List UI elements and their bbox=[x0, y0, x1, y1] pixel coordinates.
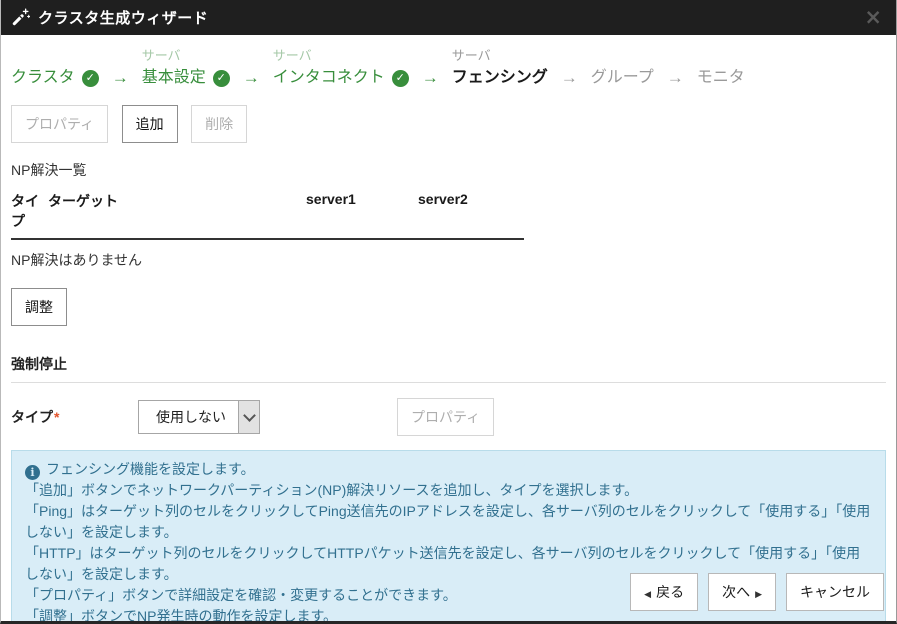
wizard-footer: ◀戻る 次へ▶ キャンセル bbox=[630, 573, 884, 611]
info-line: 「追加」ボタンでネットワークパーティション(NP)解決リソースを追加し、タイプを… bbox=[25, 480, 872, 501]
col-header-type: タイプ bbox=[11, 191, 48, 231]
next-arrow-icon: ▶ bbox=[755, 590, 762, 600]
np-toolbar: プロパティ 追加 削除 bbox=[11, 105, 886, 143]
wizard-wand-icon bbox=[11, 8, 30, 27]
step-group: グループ bbox=[591, 47, 654, 89]
step-label: インタコネクト bbox=[273, 67, 385, 89]
np-list-caption: NP解決一覧 bbox=[11, 160, 886, 180]
forced-stop-type-select[interactable]: 使用しない bbox=[138, 400, 260, 434]
np-empty-message: NP解決はありません bbox=[11, 240, 524, 278]
step-arrow-icon: → bbox=[667, 47, 684, 89]
info-line: 「Ping」はターゲット列のセルをクリックしてPing送信先のIPアドレスを設定… bbox=[25, 501, 872, 543]
step-monitor: モニタ bbox=[697, 47, 745, 89]
col-header-server1: server1 bbox=[306, 191, 418, 231]
step-fencing: サーバ フェンシング bbox=[452, 47, 548, 89]
forced-stop-divider bbox=[11, 382, 886, 383]
next-button[interactable]: 次へ▶ bbox=[708, 573, 776, 611]
step-arrow-icon: → bbox=[243, 47, 260, 89]
dialog-titlebar: クラスタ生成ウィザード × bbox=[1, 0, 896, 35]
step-arrow-icon: → bbox=[112, 47, 129, 89]
cluster-wizard-dialog: クラスタ生成ウィザード × クラスタ ✓ → サーバ 基本設定 ✓ bbox=[0, 0, 897, 624]
info-icon: i bbox=[25, 465, 40, 480]
delete-button[interactable]: 削除 bbox=[191, 105, 247, 143]
step-label: クラスタ bbox=[11, 67, 75, 89]
wizard-stepper: クラスタ ✓ → サーバ 基本設定 ✓ → サーバ インタコネクト bbox=[11, 47, 886, 89]
np-table: タイプ ターゲット server1 server2 NP解決はありません bbox=[11, 186, 524, 278]
check-icon: ✓ bbox=[213, 70, 230, 87]
col-header-server2: server2 bbox=[418, 191, 524, 231]
selected-value: 使用しない bbox=[139, 401, 238, 433]
col-header-target: ターゲット bbox=[48, 191, 306, 231]
step-label: 基本設定 bbox=[142, 67, 206, 89]
info-line: iフェンシング機能を設定します。 bbox=[25, 459, 872, 480]
step-cluster: クラスタ ✓ bbox=[11, 47, 99, 89]
forced-stop-property-button[interactable]: プロパティ bbox=[397, 398, 494, 436]
step-arrow-icon: → bbox=[561, 47, 578, 89]
step-basic-settings: サーバ 基本設定 ✓ bbox=[142, 47, 230, 89]
forced-stop-type-label: タイプ* bbox=[11, 407, 138, 427]
back-arrow-icon: ◀ bbox=[644, 590, 651, 600]
add-button[interactable]: 追加 bbox=[122, 105, 178, 143]
dialog-title: クラスタ生成ウィザード bbox=[38, 7, 208, 28]
step-label: フェンシング bbox=[452, 67, 548, 89]
step-label: モニタ bbox=[697, 67, 745, 89]
forced-stop-type-row: タイプ* 使用しない プロパティ bbox=[11, 398, 886, 436]
close-icon[interactable]: × bbox=[864, 7, 882, 28]
step-label: グループ bbox=[591, 67, 654, 89]
step-interconnect: サーバ インタコネクト ✓ bbox=[273, 47, 409, 89]
back-button[interactable]: ◀戻る bbox=[630, 573, 698, 611]
cancel-button[interactable]: キャンセル bbox=[786, 573, 884, 611]
chevron-down-icon bbox=[238, 401, 259, 433]
required-mark: * bbox=[54, 409, 59, 425]
forced-stop-heading: 強制停止 bbox=[11, 354, 886, 374]
property-button[interactable]: プロパティ bbox=[11, 105, 108, 143]
np-table-header: タイプ ターゲット server1 server2 bbox=[11, 186, 524, 240]
check-icon: ✓ bbox=[392, 70, 409, 87]
step-arrow-icon: → bbox=[422, 47, 439, 89]
tune-button[interactable]: 調整 bbox=[11, 288, 67, 326]
check-icon: ✓ bbox=[82, 70, 99, 87]
